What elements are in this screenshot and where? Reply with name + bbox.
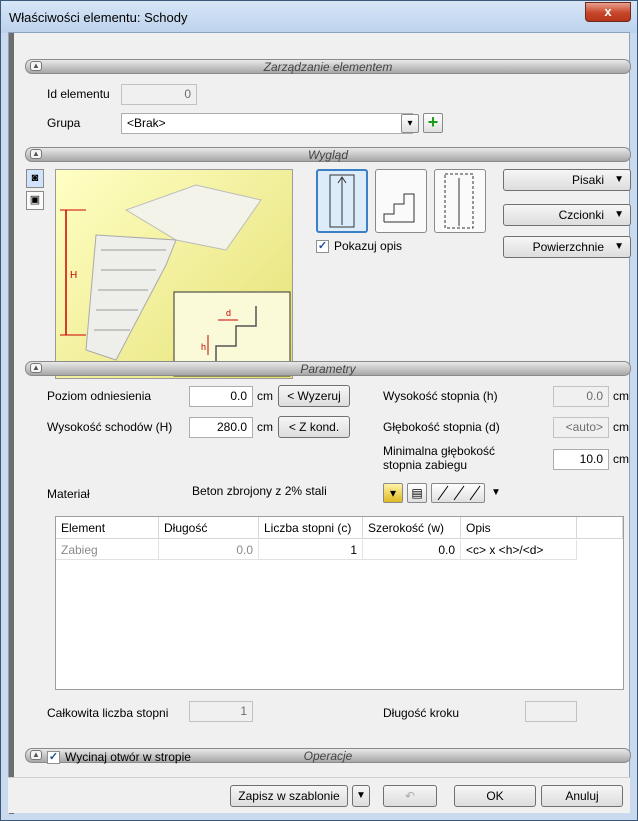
table-cell-length[interactable]: 0.0 (159, 540, 259, 560)
table-cell-steps[interactable]: 1 (259, 540, 363, 560)
stairs-type-plan-icon[interactable] (434, 169, 486, 233)
show-description-checkbox[interactable]: ✓ (316, 240, 329, 253)
section-appearance-header[interactable]: ▲ Wygląd (25, 147, 631, 162)
section-appearance-title: Wygląd (307, 148, 348, 162)
step-height-input: 0.0 (553, 386, 609, 407)
column-header-width[interactable]: Szerokość (w) (363, 517, 461, 539)
section-parameters-title: Parametry (300, 362, 356, 376)
material-label: Materiał (47, 487, 90, 501)
camera-view-icon[interactable]: ◙ (26, 169, 44, 188)
column-header-empty (577, 517, 623, 539)
left-scroll-strip (9, 33, 14, 814)
group-picker-icon[interactable]: ▾ (401, 114, 419, 133)
group-label: Grupa (47, 116, 81, 130)
stairs-preview-image: H h d (55, 169, 293, 379)
fonts-dropdown[interactable]: Czcionki ▼ (503, 204, 631, 226)
stride-length-field (525, 701, 577, 722)
fonts-dropdown-label: Czcionki (558, 208, 604, 222)
section-management-header[interactable]: ▲ Zarządzanie elementem (25, 59, 631, 74)
from-storey-button[interactable]: < Z kond. (278, 416, 350, 438)
cut-opening-label: Wycinaj otwór w stropie (65, 750, 191, 764)
show-description-label: Pokazuj opis (334, 239, 403, 253)
ok-button[interactable]: OK (454, 785, 536, 807)
segments-table: Element Długość Liczba stopni (c) Szerok… (55, 516, 624, 690)
min-depth-unit: cm (613, 452, 629, 466)
ref-level-input[interactable]: 0.0 (189, 386, 253, 407)
chevron-down-icon: ▼ (614, 209, 624, 220)
step-depth-input: <auto> (553, 417, 609, 438)
window-title: Właściwości elementu: Schody (9, 10, 188, 25)
stairs-type-straight-icon[interactable] (316, 169, 368, 233)
stairs-height-label: Wysokość schodów (H) (47, 420, 173, 434)
preview-h-step-label: h (201, 342, 206, 352)
chevron-down-icon: ▼ (614, 241, 624, 252)
pens-dropdown-label: Pisaki (571, 173, 604, 187)
section-management-title: Zarządzanie elementem (263, 60, 393, 74)
column-header-description[interactable]: Opis (461, 517, 577, 539)
section-parameters-header[interactable]: ▲ Parametry (25, 361, 631, 376)
table-cell-width[interactable]: 0.0 (363, 540, 461, 560)
column-header-length[interactable]: Długość (159, 517, 259, 539)
id-field: 0 (121, 84, 197, 105)
preview-d-step-label: d (226, 308, 231, 318)
footer-bar: Zapisz w szablonie ▼ ↶ OK Anuluj (8, 777, 630, 813)
column-header-steps[interactable]: Liczba stopni (c) (259, 517, 363, 539)
stride-length-label: Długość kroku (383, 706, 460, 720)
stairs-height-input[interactable]: 280.0 (189, 417, 253, 438)
pens-dropdown[interactable]: Pisaki ▼ (503, 169, 631, 191)
save-template-button[interactable]: Zapisz w szablonie (230, 785, 348, 807)
material-properties-icon[interactable]: ▤ (407, 483, 427, 503)
min-depth-label-line2: stopnia zabiegu (383, 458, 468, 472)
min-depth-input[interactable]: 10.0 (553, 449, 609, 470)
reset-button[interactable]: < Wyzeruj (278, 385, 350, 407)
table-cell-description[interactable]: <c> x <h>/<d> (461, 540, 577, 560)
total-steps-label: Całkowita liczba stopni (47, 706, 169, 720)
step-height-label: Wysokość stopnia (h) (383, 389, 498, 403)
table-cell-element[interactable]: Zabieg (56, 540, 159, 560)
material-value[interactable]: Beton zbrojony z 2% stali (187, 482, 379, 503)
add-group-icon[interactable]: + (423, 113, 443, 133)
step-depth-label: Głębokość stopnia (d) (383, 420, 500, 434)
3d-view-icon[interactable]: ▣ (26, 191, 44, 210)
hatch-dropdown-icon[interactable]: ▼ (491, 487, 501, 498)
chevron-down-icon: ▼ (614, 174, 624, 185)
dialog-content: ▲ Zarządzanie elementem Id elementu 0 Gr… (8, 32, 631, 814)
preview-h-total-label: H (70, 270, 77, 281)
surfaces-dropdown[interactable]: Powierzchnie ▼ (503, 236, 631, 258)
ref-level-label: Poziom odniesienia (47, 389, 152, 403)
title-bar[interactable]: Właściwości elementu: Schody x (1, 1, 637, 33)
material-picker-icon[interactable]: ▾ (383, 483, 403, 503)
id-label: Id elementu (47, 87, 110, 101)
stairs-preview-drawing: H h d (60, 184, 291, 377)
step-height-unit: cm (613, 389, 629, 403)
ref-level-unit: cm (257, 389, 273, 403)
save-template-dropdown-icon[interactable]: ▼ (352, 785, 370, 807)
stairs-type-side-icon[interactable] (375, 169, 427, 233)
cut-opening-checkbox[interactable]: ✓ (47, 751, 60, 764)
group-select[interactable]: <Brak> (121, 113, 413, 134)
min-depth-label-line1: Minimalna głębokość (383, 444, 496, 458)
total-steps-field: 1 (189, 701, 253, 722)
hatch-pattern-icon[interactable] (431, 483, 485, 503)
stairs-height-unit: cm (257, 420, 273, 434)
close-button[interactable]: x (585, 2, 631, 22)
undo-icon[interactable]: ↶ (383, 785, 437, 807)
step-depth-unit: cm (613, 420, 629, 434)
cancel-button[interactable]: Anuluj (541, 785, 623, 807)
surfaces-dropdown-label: Powierzchnie (532, 240, 604, 254)
column-header-element[interactable]: Element (56, 517, 159, 539)
